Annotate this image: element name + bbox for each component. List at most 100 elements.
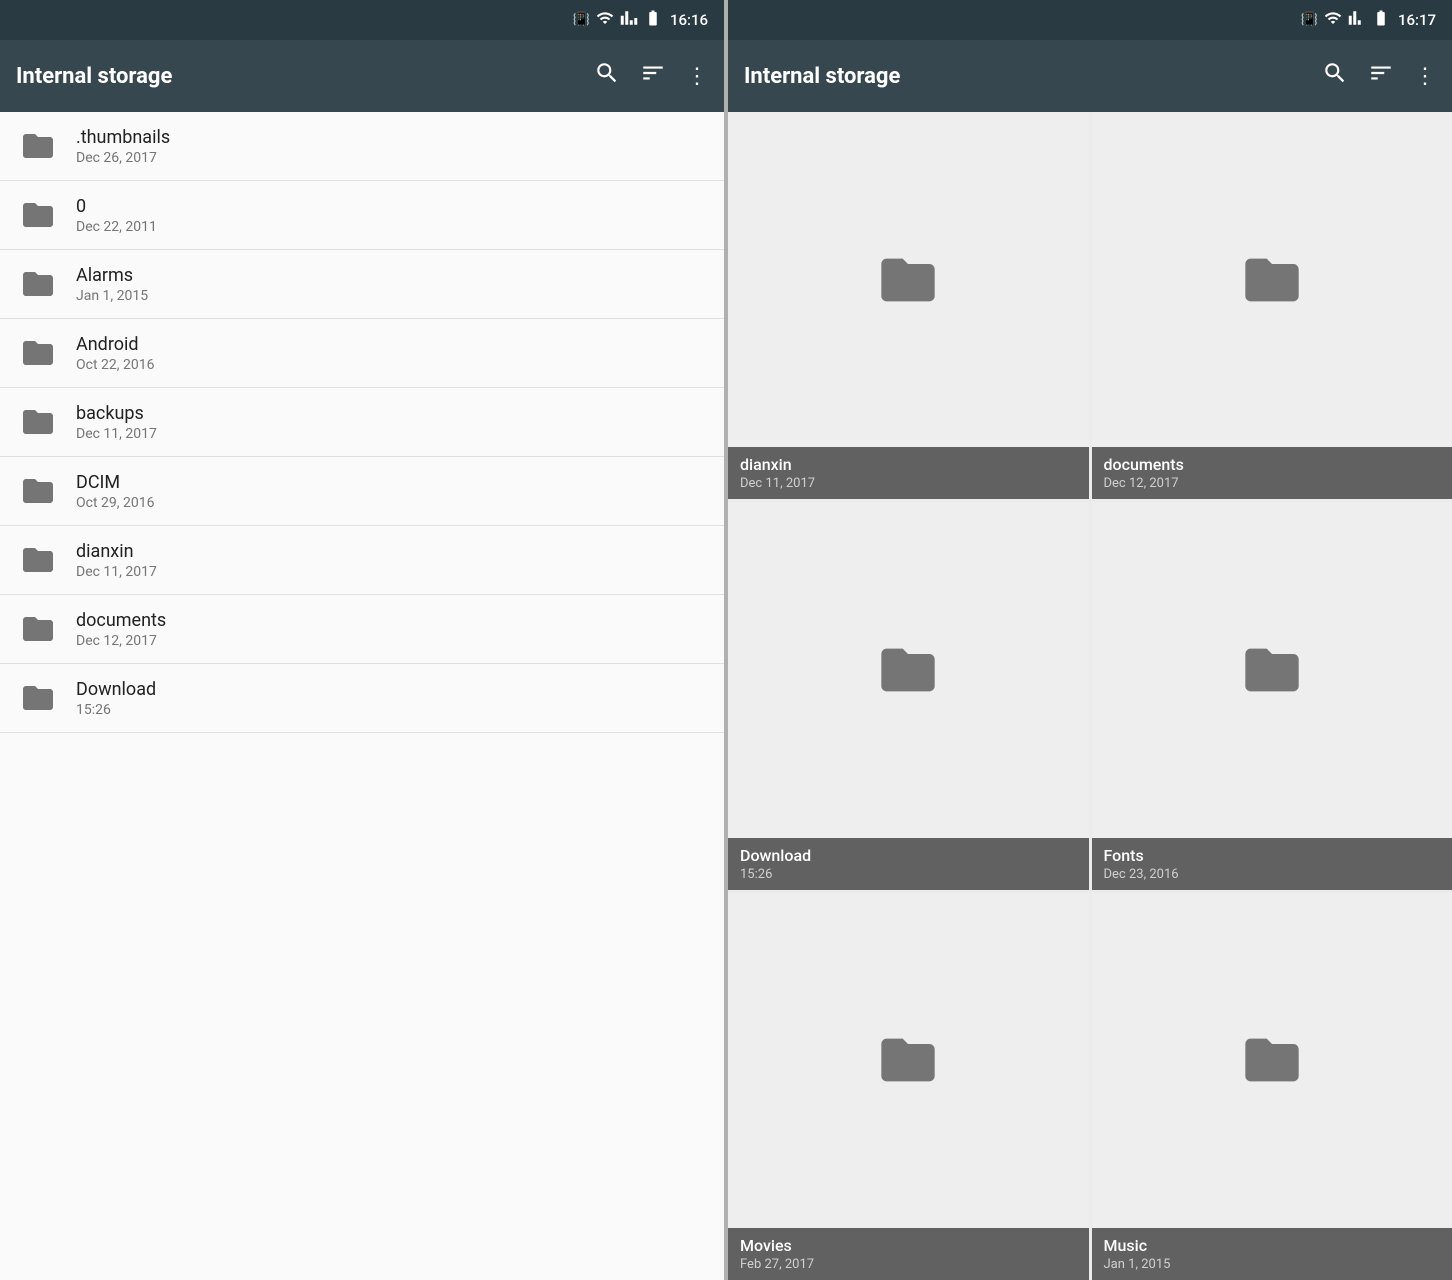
list-item[interactable]: .thumbnails Dec 26, 2017 — [0, 112, 724, 181]
grid-item-label: Movies Feb 27, 2017 — [728, 1228, 1089, 1280]
list-item-name: documents — [76, 610, 166, 631]
folder-icon — [16, 124, 60, 168]
grid-item[interactable]: Download 15:26 — [728, 502, 1089, 889]
right-grid-view: dianxin Dec 11, 2017 documents Dec 12, 2… — [728, 112, 1452, 1280]
grid-item[interactable]: Fonts Dec 23, 2016 — [1092, 502, 1452, 889]
list-item[interactable]: DCIM Oct 29, 2016 — [0, 457, 724, 526]
list-item-name: Alarms — [76, 265, 148, 286]
left-list-view: .thumbnails Dec 26, 2017 0 Dec 22, 2011 … — [0, 112, 724, 1280]
left-search-icon[interactable] — [594, 60, 620, 92]
grid-item-date: Dec 23, 2016 — [1104, 867, 1441, 882]
left-panel: 📳 16:16 Internal storage ⋮ — [0, 0, 724, 1280]
list-item-date: Jan 1, 2015 — [76, 288, 148, 304]
grid-folder-icon-area — [1092, 502, 1452, 837]
folder-icon — [16, 607, 60, 651]
grid-item-label: Download 15:26 — [728, 838, 1089, 890]
list-item-info: Android Oct 22, 2016 — [76, 334, 154, 373]
grid-folder-icon-area — [728, 112, 1089, 447]
grid-item-label: documents Dec 12, 2017 — [1092, 447, 1452, 499]
list-item[interactable]: Alarms Jan 1, 2015 — [0, 250, 724, 319]
list-item[interactable]: Android Oct 22, 2016 — [0, 319, 724, 388]
right-more-icon[interactable]: ⋮ — [1414, 64, 1436, 89]
list-item[interactable]: dianxin Dec 11, 2017 — [0, 526, 724, 595]
right-search-icon[interactable] — [1322, 60, 1348, 92]
left-more-icon[interactable]: ⋮ — [686, 64, 708, 89]
grid-item-name: Music — [1104, 1236, 1441, 1255]
list-item[interactable]: backups Dec 11, 2017 — [0, 388, 724, 457]
grid-item-name: dianxin — [740, 455, 1077, 474]
folder-icon — [16, 676, 60, 720]
left-time: 16:16 — [670, 11, 708, 29]
list-item-info: .thumbnails Dec 26, 2017 — [76, 127, 170, 166]
right-wifi-icon — [1324, 9, 1342, 31]
vibrate-icon: 📳 — [573, 12, 590, 28]
list-item-date: Dec 11, 2017 — [76, 426, 157, 442]
grid-item[interactable]: Music Jan 1, 2015 — [1092, 893, 1452, 1280]
grid-folder-icon-area — [1092, 112, 1452, 447]
grid-item-name: Download — [740, 846, 1077, 865]
list-item-date: Dec 11, 2017 — [76, 564, 157, 580]
left-status-icons: 📳 — [573, 9, 662, 31]
folder-icon — [16, 331, 60, 375]
folder-icon — [16, 400, 60, 444]
list-item-info: Alarms Jan 1, 2015 — [76, 265, 148, 304]
list-item-info: backups Dec 11, 2017 — [76, 403, 157, 442]
battery-icon — [644, 9, 662, 31]
folder-icon — [16, 262, 60, 306]
grid-folder-icon-area — [728, 893, 1089, 1228]
right-signal-icon — [1348, 9, 1366, 31]
right-sort-icon[interactable] — [1368, 60, 1394, 92]
grid-item-name: Movies — [740, 1236, 1077, 1255]
right-vibrate-icon: 📳 — [1301, 12, 1318, 28]
list-item-date: Oct 29, 2016 — [76, 495, 154, 511]
grid-item-date: 15:26 — [740, 867, 1077, 882]
list-item[interactable]: Download 15:26 — [0, 664, 724, 733]
grid-item-name: documents — [1104, 455, 1441, 474]
grid-item-date: Dec 12, 2017 — [1104, 476, 1441, 491]
signal-icon — [620, 9, 638, 31]
grid-folder-icon-area — [1092, 893, 1452, 1228]
list-item-info: dianxin Dec 11, 2017 — [76, 541, 157, 580]
grid-item[interactable]: documents Dec 12, 2017 — [1092, 112, 1452, 499]
right-panel: 📳 16:17 Internal storage ⋮ — [728, 0, 1452, 1280]
list-item-date: 15:26 — [76, 702, 156, 718]
list-item-name: backups — [76, 403, 157, 424]
right-status-bar: 📳 16:17 — [728, 0, 1452, 40]
right-toolbar-title: Internal storage — [744, 64, 1322, 89]
list-item-name: .thumbnails — [76, 127, 170, 148]
list-item-name: 0 — [76, 196, 157, 217]
list-item[interactable]: documents Dec 12, 2017 — [0, 595, 724, 664]
grid-item-label: Fonts Dec 23, 2016 — [1092, 838, 1452, 890]
grid-item[interactable]: dianxin Dec 11, 2017 — [728, 112, 1089, 499]
grid-folder-icon-area — [728, 502, 1089, 837]
list-item-date: Dec 12, 2017 — [76, 633, 166, 649]
right-time: 16:17 — [1398, 11, 1436, 29]
right-battery-icon — [1372, 9, 1390, 31]
list-item-info: Download 15:26 — [76, 679, 156, 718]
wifi-icon — [596, 9, 614, 31]
grid-item[interactable]: Movies Feb 27, 2017 — [728, 893, 1089, 1280]
folder-icon — [16, 193, 60, 237]
list-item-name: DCIM — [76, 472, 154, 493]
left-toolbar: Internal storage ⋮ — [0, 40, 724, 112]
grid-item-date: Dec 11, 2017 — [740, 476, 1077, 491]
list-item-info: DCIM Oct 29, 2016 — [76, 472, 154, 511]
list-item-date: Dec 22, 2011 — [76, 219, 157, 235]
list-item-name: dianxin — [76, 541, 157, 562]
grid-item-label: dianxin Dec 11, 2017 — [728, 447, 1089, 499]
folder-icon — [16, 538, 60, 582]
left-status-bar: 📳 16:16 — [0, 0, 724, 40]
left-sort-icon[interactable] — [640, 60, 666, 92]
list-item-date: Dec 26, 2017 — [76, 150, 170, 166]
list-item-info: documents Dec 12, 2017 — [76, 610, 166, 649]
grid-item-label: Music Jan 1, 2015 — [1092, 1228, 1452, 1280]
list-item[interactable]: 0 Dec 22, 2011 — [0, 181, 724, 250]
right-toolbar-actions: ⋮ — [1322, 60, 1436, 92]
left-toolbar-actions: ⋮ — [594, 60, 708, 92]
grid-item-name: Fonts — [1104, 846, 1441, 865]
list-item-date: Oct 22, 2016 — [76, 357, 154, 373]
list-item-info: 0 Dec 22, 2011 — [76, 196, 157, 235]
folder-icon — [16, 469, 60, 513]
list-item-name: Android — [76, 334, 154, 355]
list-item-name: Download — [76, 679, 156, 700]
